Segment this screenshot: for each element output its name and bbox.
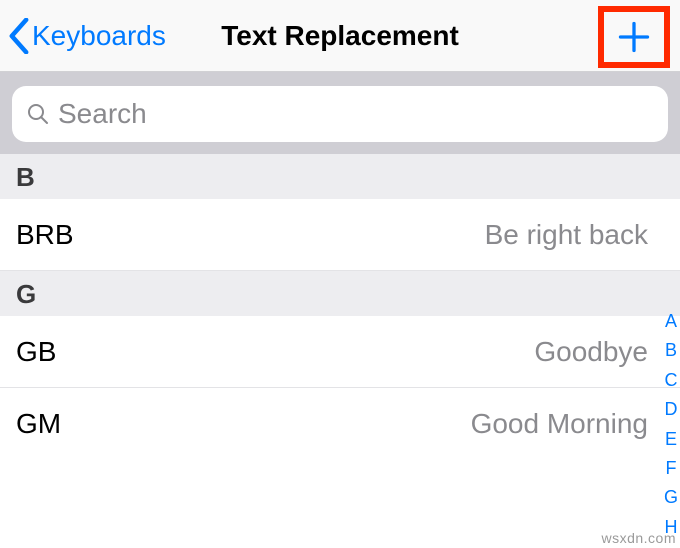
chevron-left-icon: [8, 18, 30, 54]
shortcut-text: GB: [16, 336, 56, 368]
list-item[interactable]: BRB Be right back: [0, 199, 680, 271]
index-letter[interactable]: F: [665, 457, 676, 480]
index-letter[interactable]: E: [665, 428, 677, 451]
index-letter[interactable]: G: [664, 486, 678, 509]
search-field[interactable]: [12, 86, 668, 142]
replacement-list: B BRB Be right back G GB Goodbye GM Good…: [0, 154, 680, 460]
add-button[interactable]: [598, 6, 670, 68]
phrase-text: Be right back: [485, 219, 648, 251]
back-label: Keyboards: [32, 20, 166, 52]
shortcut-text: GM: [16, 408, 61, 440]
list-item[interactable]: GM Good Morning: [0, 388, 680, 460]
phrase-text: Good Morning: [471, 408, 648, 440]
page-title: Text Replacement: [221, 20, 459, 52]
plus-icon: [616, 19, 652, 55]
index-letter[interactable]: C: [664, 369, 677, 392]
alpha-index[interactable]: A B C D E F G H: [664, 310, 678, 539]
section-header: B: [0, 154, 680, 199]
shortcut-text: BRB: [16, 219, 74, 251]
list-item[interactable]: GB Goodbye: [0, 316, 680, 388]
index-letter[interactable]: D: [664, 398, 677, 421]
index-letter[interactable]: A: [665, 310, 677, 333]
search-area: [0, 72, 680, 154]
nav-bar: Keyboards Text Replacement: [0, 0, 680, 72]
watermark: wsxdn.com: [601, 530, 676, 546]
index-letter[interactable]: B: [665, 339, 677, 362]
back-button[interactable]: Keyboards: [0, 18, 166, 54]
search-input[interactable]: [58, 98, 654, 130]
search-icon: [26, 102, 50, 126]
section-header: G: [0, 271, 680, 316]
phrase-text: Goodbye: [534, 336, 648, 368]
